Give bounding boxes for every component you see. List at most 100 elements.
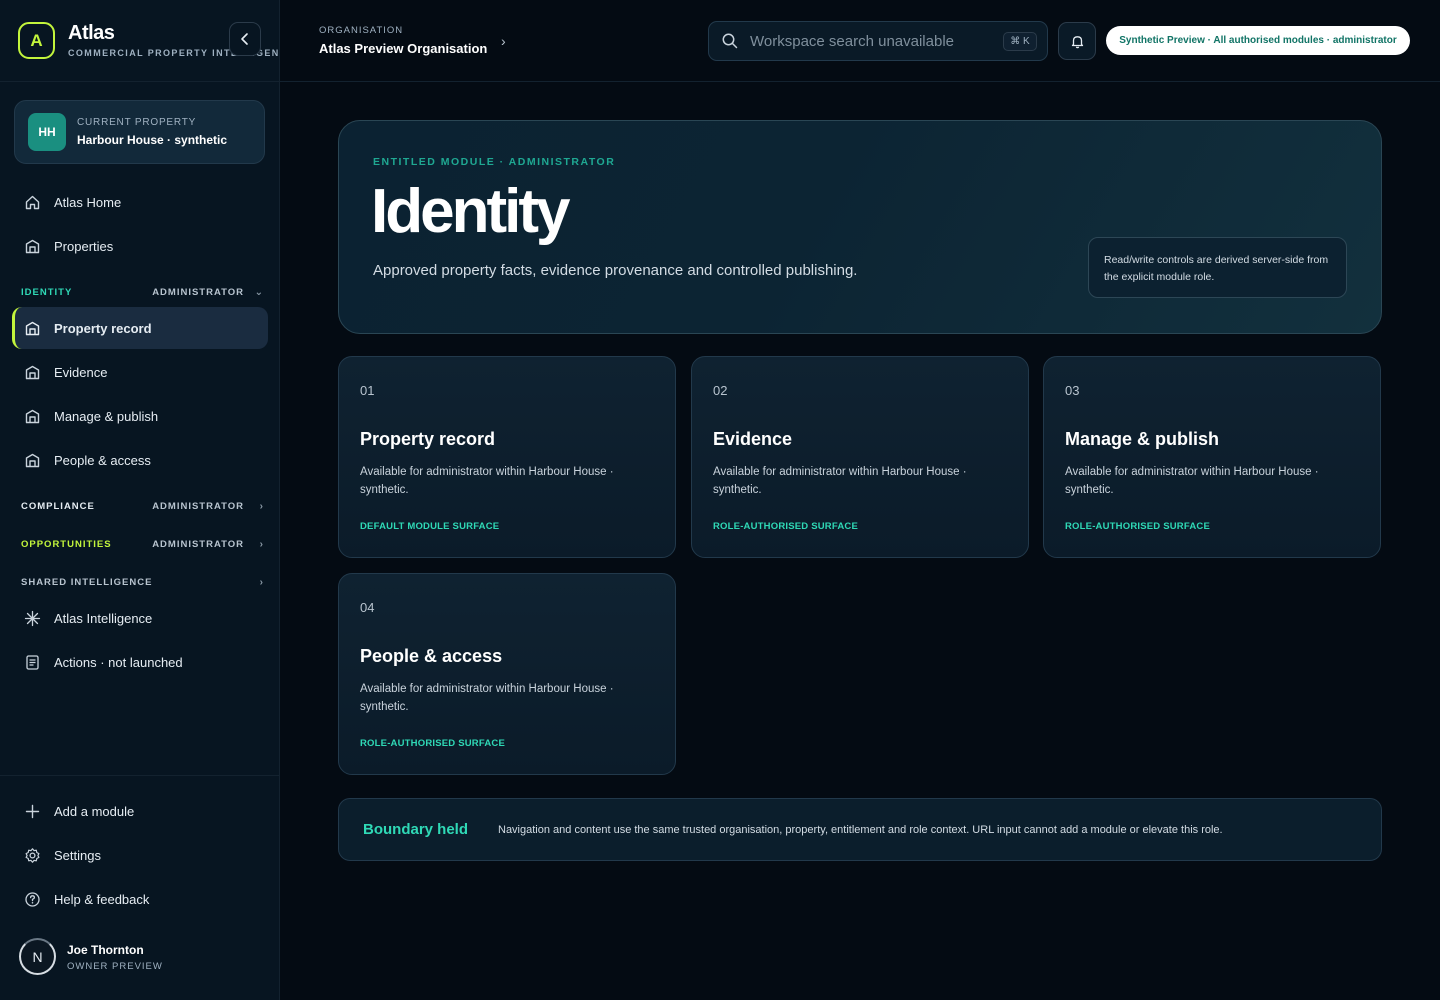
gear-icon	[22, 845, 42, 865]
sidebar-item-label: Settings	[54, 847, 101, 863]
section-role: ADMINISTRATOR	[152, 286, 244, 298]
chevron-right-icon: ›	[259, 500, 264, 512]
building-icon	[22, 236, 42, 256]
building-icon	[22, 318, 42, 338]
sidebar-item-settings[interactable]: Settings	[12, 834, 268, 876]
card-tag: ROLE-AUTHORISED SURFACE	[360, 738, 505, 749]
app-subtitle: COMMERCIAL PROPERTY INTELLIGENCE	[68, 48, 295, 58]
sidebar-item-people-access[interactable]: People & access	[12, 439, 268, 481]
section-name: SHARED INTELLIGENCE	[21, 576, 153, 588]
synthetic-preview-badge: Synthetic Preview · All authorised modul…	[1106, 26, 1410, 55]
boundary-text: Navigation and content use the same trus…	[498, 824, 1223, 836]
organisation-label: ORGANISATION	[319, 25, 404, 36]
current-property-label: CURRENT PROPERTY	[77, 117, 197, 128]
building-icon	[22, 406, 42, 426]
section-role: ADMINISTRATOR	[152, 500, 244, 512]
sidebar-item-label: Atlas Intelligence	[54, 610, 153, 626]
page-title: Identity	[371, 177, 570, 246]
card-number: 01	[360, 383, 375, 398]
card-tag: DEFAULT MODULE SURFACE	[360, 521, 500, 532]
card-description: Available for administrator within Harbo…	[360, 683, 614, 713]
section-compliance[interactable]: COMPLIANCE ADMINISTRATOR ›	[21, 498, 264, 514]
sidebar: A Atlas COMMERCIAL PROPERTY INTELLIGENCE…	[0, 0, 294, 1000]
collapse-sidebar-button[interactable]	[229, 22, 261, 56]
sidebar-item-help-feedback[interactable]: Help & feedback	[12, 878, 268, 920]
organisation-name[interactable]: Atlas Preview Organisation	[319, 41, 487, 56]
atlas-logo: A	[18, 22, 55, 59]
hero-eyebrow: ENTITLED MODULE · ADMINISTRATOR	[373, 156, 616, 168]
sidebar-item-actions[interactable]: Actions · not launched	[12, 641, 268, 683]
card-description: Available for administrator within Harbo…	[713, 466, 967, 496]
user-profile[interactable]: N Joe Thornton OWNER PREVIEW	[19, 938, 259, 980]
sidebar-divider	[0, 81, 280, 82]
plus-icon	[22, 801, 42, 821]
sidebar-item-evidence[interactable]: Evidence	[12, 351, 268, 393]
module-card-people-access[interactable]: 04 People & access Available for adminis…	[338, 573, 676, 775]
search-placeholder: Workspace search unavailable	[750, 33, 955, 50]
boundary-title: Boundary held	[363, 821, 469, 838]
chevron-right-icon[interactable]: ›	[501, 33, 506, 49]
bell-icon	[1071, 35, 1083, 48]
current-property-switcher[interactable]: HH CURRENT PROPERTY Harbour House · synt…	[14, 100, 265, 164]
notifications-button[interactable]	[1058, 22, 1096, 60]
card-title: Evidence	[713, 429, 793, 449]
app-name: Atlas	[68, 22, 115, 44]
document-icon	[22, 652, 42, 672]
sidebar-item-atlas-intelligence[interactable]: Atlas Intelligence	[12, 597, 268, 639]
section-name: COMPLIANCE	[21, 500, 95, 512]
module-card-evidence[interactable]: 02 Evidence Available for administrator …	[691, 356, 1029, 558]
sidebar-item-label: Manage & publish	[54, 408, 159, 424]
sidebar-item-property-record[interactable]: Property record	[12, 307, 268, 349]
chevron-left-icon	[241, 33, 248, 45]
chevron-right-icon: ›	[259, 576, 264, 588]
search-icon	[721, 32, 739, 55]
section-name: OPPORTUNITIES	[21, 538, 112, 550]
building-icon	[22, 362, 42, 382]
chevron-right-icon: ›	[259, 538, 264, 550]
module-card-property-record[interactable]: 01 Property record Available for adminis…	[338, 356, 676, 558]
sidebar-item-label: Add a module	[54, 803, 135, 819]
sparkle-icon	[22, 608, 42, 628]
sidebar-divider	[0, 775, 280, 776]
sidebar-item-label: Actions · not launched	[54, 654, 183, 670]
card-title: Property record	[360, 429, 496, 449]
user-role: OWNER PREVIEW	[67, 961, 163, 972]
card-tag: ROLE-AUTHORISED SURFACE	[713, 521, 858, 532]
help-icon	[22, 889, 42, 909]
sidebar-item-label: Atlas Home	[54, 194, 122, 210]
sidebar-item-label: People & access	[54, 452, 151, 468]
sidebar-item-add-module[interactable]: Add a module	[12, 790, 268, 832]
access-note: Read/write controls are derived server-s…	[1088, 237, 1347, 298]
sidebar-item-label: Evidence	[54, 364, 108, 380]
section-name: IDENTITY	[21, 286, 73, 298]
card-description: Available for administrator within Harbo…	[1065, 466, 1319, 496]
boundary-banner: Boundary held Navigation and content use…	[338, 798, 1382, 861]
sidebar-item-label: Help & feedback	[54, 891, 150, 907]
sidebar-item-manage-publish[interactable]: Manage & publish	[12, 395, 268, 437]
card-number: 03	[1065, 383, 1080, 398]
chevron-down-icon: ⌄	[254, 286, 264, 298]
card-title: People & access	[360, 646, 503, 666]
card-description: Available for administrator within Harbo…	[360, 466, 614, 496]
avatar: N	[19, 938, 56, 975]
workspace-search-input[interactable]: Workspace search unavailable ⌘ K	[708, 21, 1048, 61]
sidebar-item-atlas-home[interactable]: Atlas Home	[12, 181, 268, 223]
section-identity[interactable]: IDENTITY ADMINISTRATOR ⌄	[21, 284, 264, 300]
card-number: 02	[713, 383, 728, 398]
module-card-manage-publish[interactable]: 03 Manage & publish Available for admini…	[1043, 356, 1381, 558]
property-avatar: HH	[28, 113, 66, 151]
module-hero: ENTITLED MODULE · ADMINISTRATOR Identity…	[338, 120, 1382, 334]
user-name: Joe Thornton	[67, 943, 144, 957]
section-role: ADMINISTRATOR	[152, 538, 244, 550]
top-bar: ORGANISATION Atlas Preview Organisation …	[280, 0, 1440, 82]
current-property-name: Harbour House · synthetic	[77, 133, 228, 147]
sidebar-item-properties[interactable]: Properties	[12, 225, 268, 267]
sidebar-item-label: Properties	[54, 238, 114, 254]
hero-description: Approved property facts, evidence proven…	[373, 262, 858, 279]
section-opportunities[interactable]: OPPORTUNITIES ADMINISTRATOR ›	[21, 536, 264, 552]
home-icon	[22, 192, 42, 212]
section-shared-intelligence[interactable]: SHARED INTELLIGENCE ›	[21, 574, 264, 590]
sidebar-item-label: Property record	[54, 320, 152, 336]
card-number: 04	[360, 600, 375, 615]
building-icon	[22, 450, 42, 470]
